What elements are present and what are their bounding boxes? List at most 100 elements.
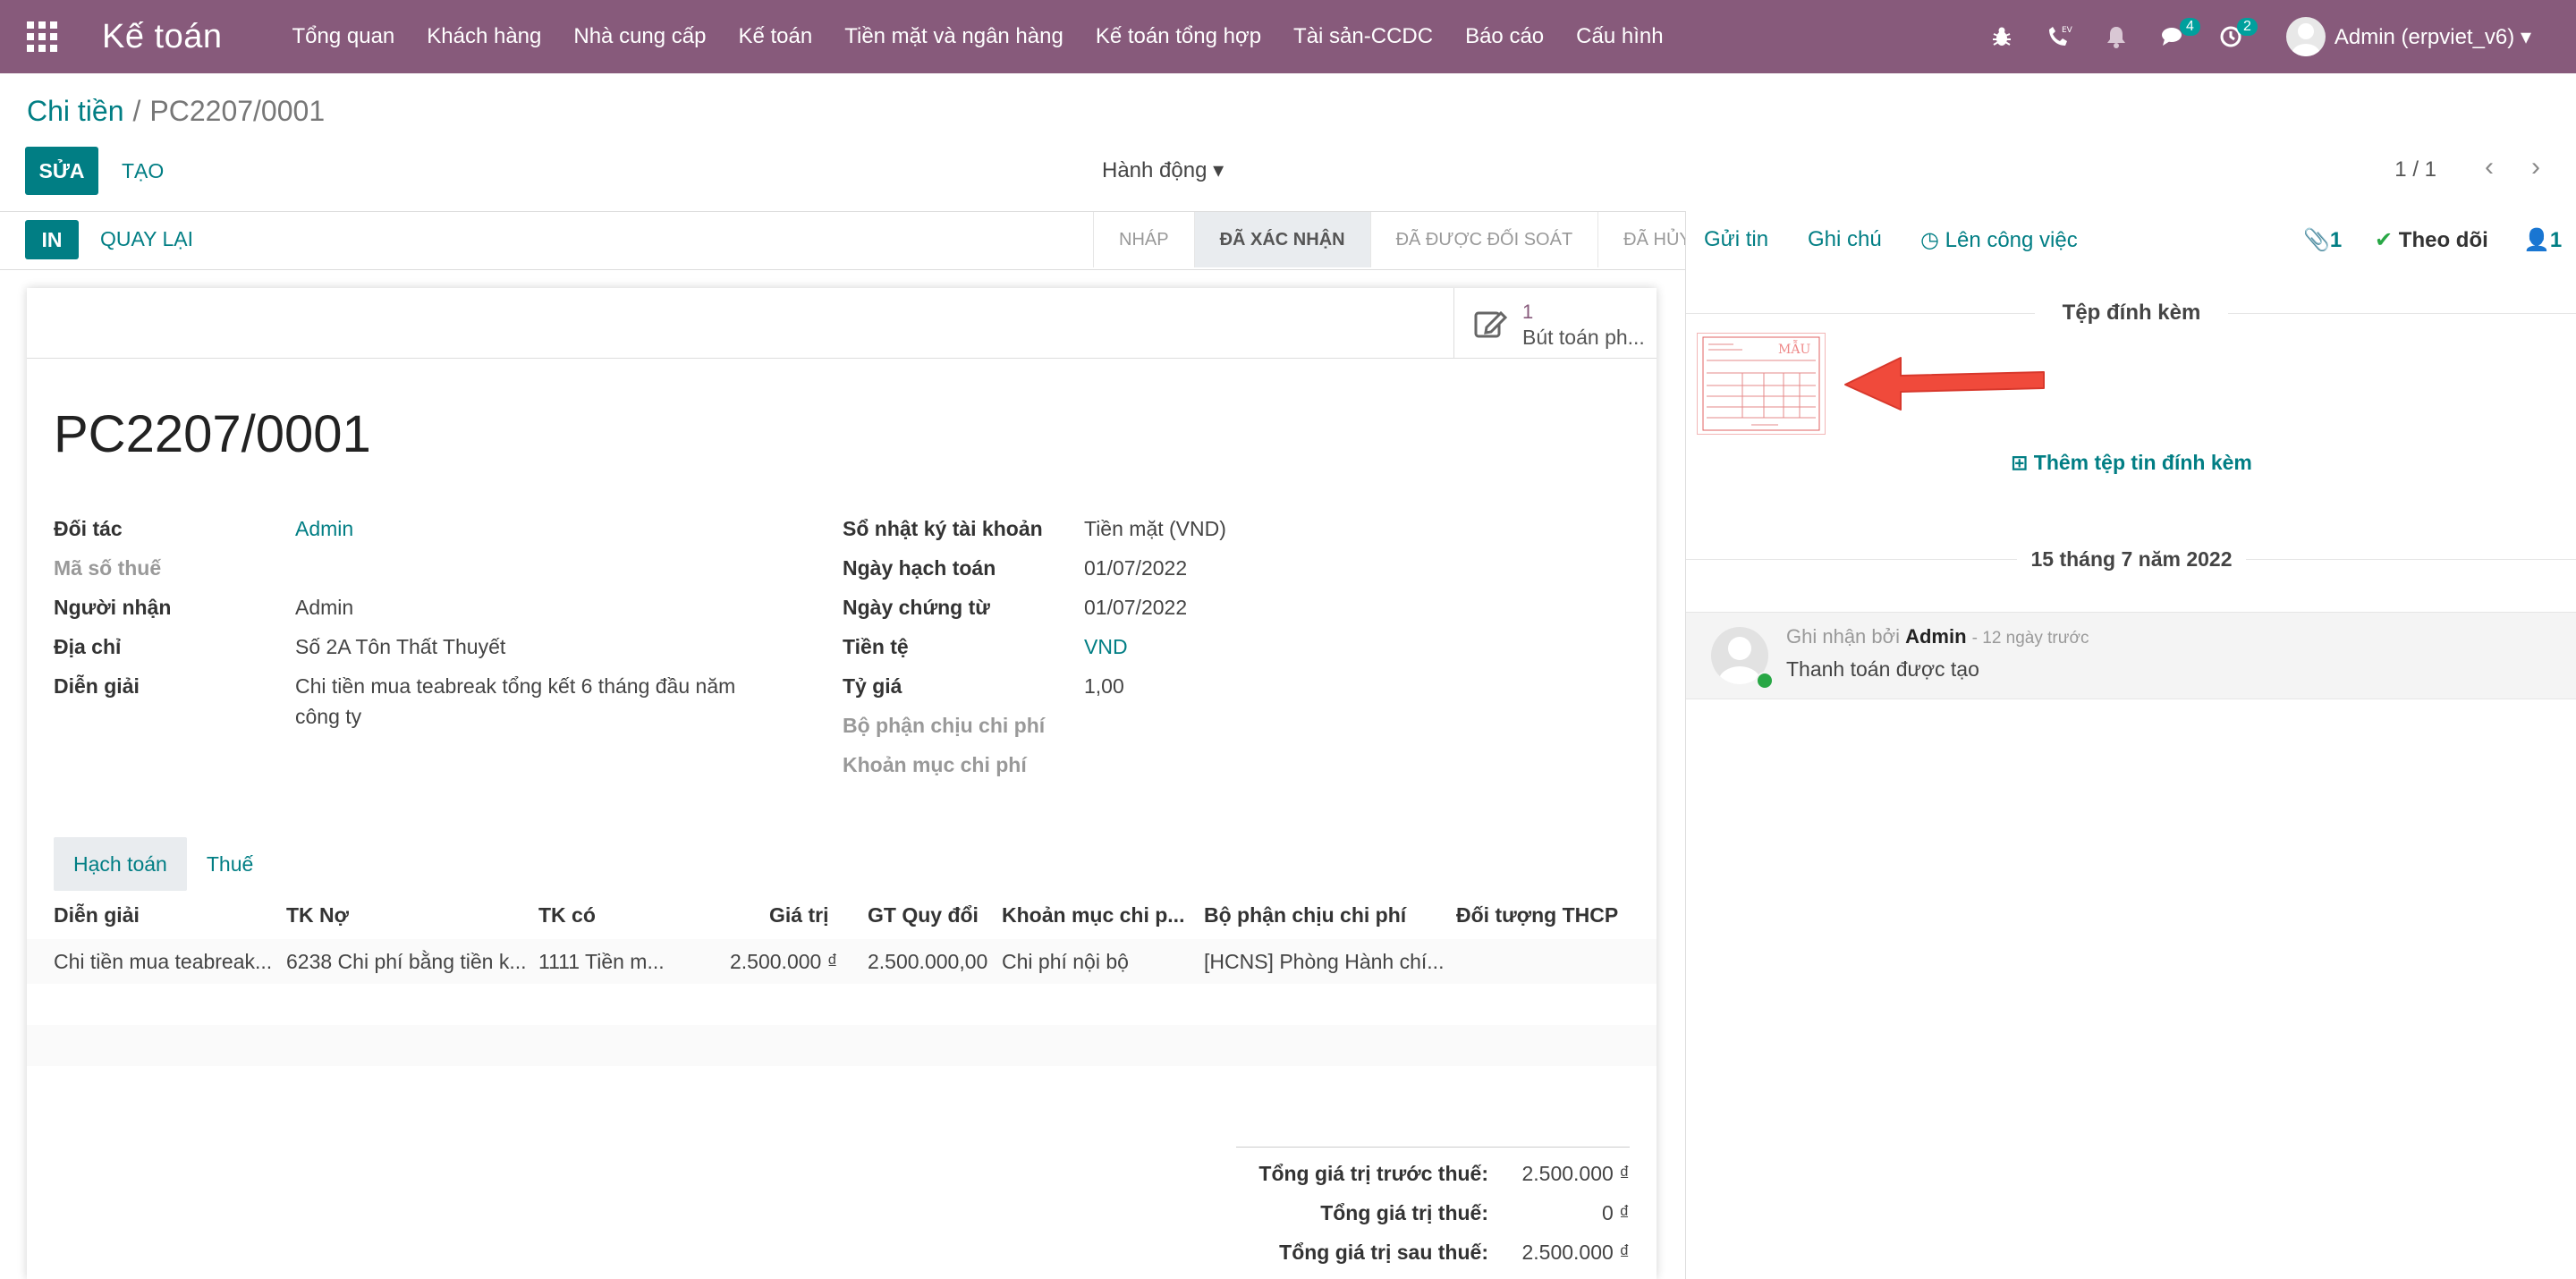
svg-text:EV: EV bbox=[2062, 26, 2072, 35]
label-untaxed-total: Tổng giá trị trước thuế: bbox=[1258, 1162, 1488, 1185]
label-partner: Đối tác bbox=[54, 517, 123, 540]
label-grand-total: Tổng giá trị sau thuế: bbox=[1279, 1241, 1488, 1264]
value-document-date: 01/07/2022 bbox=[1084, 596, 1188, 619]
chevron-left-icon[interactable]: ‹ bbox=[2485, 152, 2494, 182]
action-dropdown[interactable]: Hành động ▾ bbox=[1102, 157, 1224, 183]
form-sheet: 1 Bút toán ph... PC2207/0001 Đối tác Adm… bbox=[27, 288, 1657, 1279]
label-journal: Sổ nhật ký tài khoản bbox=[843, 517, 1043, 540]
followers-button[interactable]: 👤1 bbox=[2523, 227, 2562, 253]
attachments-title: Tệp đính kèm bbox=[1686, 301, 2576, 326]
empty-row bbox=[27, 1066, 1657, 1107]
message-body: Thanh toán được tạo bbox=[1786, 657, 1979, 681]
clock-icon: ◷ bbox=[1920, 228, 1939, 252]
create-button[interactable]: TẠO bbox=[122, 159, 164, 183]
empty-row bbox=[27, 984, 1657, 1025]
value-address: Số 2A Tôn Thất Thuyết bbox=[295, 635, 506, 658]
plus-square-icon: ⊞ bbox=[2011, 451, 2029, 474]
message-author[interactable]: Admin bbox=[1905, 625, 1966, 648]
bug-icon[interactable] bbox=[1982, 0, 2021, 73]
label-description: Diễn giải bbox=[54, 674, 140, 698]
column-expense-item[interactable]: Khoản mục chi p... bbox=[1002, 903, 1184, 927]
messages-badge: 4 bbox=[2179, 18, 2200, 36]
user-avatar[interactable] bbox=[2285, 17, 2326, 56]
main-menu: Tổng quan Khách hàng Nhà cung cấp Kế toá… bbox=[276, 24, 1680, 49]
menu-item-reports[interactable]: Báo cáo bbox=[1449, 24, 1560, 49]
send-message-button[interactable]: Gửi tin bbox=[1704, 227, 1768, 252]
label-tax-id: Mã số thuế bbox=[54, 556, 162, 580]
check-icon: ✔ bbox=[2375, 228, 2394, 252]
menu-item-overview[interactable]: Tổng quan bbox=[276, 24, 411, 49]
activities-badge: 2 bbox=[2236, 18, 2258, 36]
journal-entries-smart-button[interactable]: 1 Bút toán ph... bbox=[1453, 288, 1657, 358]
button-box: 1 Bút toán ph... bbox=[27, 288, 1657, 359]
activity-clock-icon[interactable]: 2 bbox=[2211, 0, 2258, 73]
schedule-activity-button[interactable]: ◷ Lên công việc bbox=[1920, 227, 2078, 253]
totals-block: Tổng giá trị trước thuế: 2.500.000 ₫ Tổn… bbox=[1236, 1147, 1630, 1264]
column-cost-center[interactable]: Bộ phận chịu chi phí bbox=[1204, 903, 1406, 927]
chatter-panel: Gửi tin Ghi chú ◷ Lên công việc 📎1 ✔ The… bbox=[1685, 211, 2576, 1279]
column-converted-amount[interactable]: GT Quy đổi bbox=[868, 903, 979, 927]
message-time: - 12 ngày trước bbox=[1971, 629, 2089, 648]
column-amount[interactable]: Giá trị bbox=[769, 903, 828, 927]
stage-confirmed[interactable]: ĐÃ XÁC NHẬN bbox=[1193, 212, 1370, 267]
app-brand[interactable]: Kế toán bbox=[102, 18, 223, 56]
pager-value[interactable]: 1 / 1 bbox=[2394, 157, 2436, 182]
value-recipient: Admin bbox=[295, 596, 354, 619]
edit-icon bbox=[1474, 310, 1508, 338]
menu-item-config[interactable]: Cấu hình bbox=[1560, 24, 1679, 49]
add-attachment-button[interactable]: ⊞ Thêm tệp tin đính kèm bbox=[1686, 451, 2576, 475]
column-cost-object[interactable]: Đối tượng THCP bbox=[1456, 903, 1618, 927]
document-title: PC2207/0001 bbox=[54, 405, 371, 463]
value-untaxed-total: 2.500.000 ₫ bbox=[1521, 1162, 1630, 1185]
menu-item-assets[interactable]: Tài sản-CCDC bbox=[1277, 24, 1449, 49]
attachment-thumbnail[interactable]: MẪU bbox=[1697, 333, 1826, 435]
top-navbar: Kế toán Tổng quan Khách hàng Nhà cung cấ… bbox=[0, 0, 2576, 73]
chatter-topbar: Gửi tin Ghi chú ◷ Lên công việc 📎1 ✔ The… bbox=[1686, 211, 2576, 268]
apps-menu-icon[interactable] bbox=[27, 21, 57, 52]
stage-draft[interactable]: NHÁP bbox=[1093, 212, 1194, 267]
value-tax-total: 0 ₫ bbox=[1602, 1201, 1630, 1224]
column-description[interactable]: Diễn giải bbox=[54, 903, 140, 927]
column-credit-account[interactable]: TK có bbox=[538, 903, 596, 927]
value-partner[interactable]: Admin bbox=[295, 517, 353, 541]
tab-tax[interactable]: Thuế bbox=[187, 837, 273, 891]
log-note-button[interactable]: Ghi chú bbox=[1808, 227, 1882, 252]
user-menu[interactable]: Admin (erpviet_v6) ▾ bbox=[2334, 24, 2531, 50]
column-debit-account[interactable]: TK Nợ bbox=[286, 903, 349, 927]
menu-item-vendors[interactable]: Nhà cung cấp bbox=[557, 24, 722, 49]
label-exchange-rate: Tỷ giá bbox=[843, 674, 902, 698]
online-status-icon bbox=[1756, 672, 1774, 690]
label-recipient: Người nhận bbox=[54, 596, 172, 619]
chevron-right-icon[interactable]: › bbox=[2531, 152, 2540, 182]
label-address: Địa chỉ bbox=[54, 635, 122, 658]
bell-icon[interactable] bbox=[2097, 0, 2136, 73]
notebook-tabs: Hạch toán Thuế bbox=[54, 837, 273, 891]
table-row[interactable]: Chi tiền mua teabreak... 6238 Chi phí bằ… bbox=[27, 939, 1657, 984]
follow-button[interactable]: ✔ Theo dõi bbox=[2375, 227, 2488, 253]
breadcrumb: Chi tiền / PC2207/0001 bbox=[27, 95, 326, 127]
value-exchange-rate: 1,00 bbox=[1084, 674, 1124, 698]
attachments-counter-button[interactable]: 📎1 bbox=[2303, 227, 2342, 253]
back-button[interactable]: QUAY LẠI bbox=[100, 227, 193, 251]
label-tax-total: Tổng giá trị thuế: bbox=[1320, 1201, 1488, 1224]
chat-icon[interactable]: 4 bbox=[2154, 0, 2200, 73]
phone-icon[interactable]: EV bbox=[2039, 0, 2079, 73]
menu-item-general-ledger[interactable]: Kế toán tổng hợp bbox=[1080, 24, 1277, 49]
table-header: Diễn giải TK Nợ TK có Giá trị GT Quy đổi… bbox=[27, 893, 1657, 940]
value-description-line2: công ty bbox=[295, 705, 362, 728]
edit-button[interactable]: SỬA bbox=[25, 147, 98, 195]
empty-row bbox=[27, 1025, 1657, 1066]
menu-item-cash-bank[interactable]: Tiền mặt và ngân hàng bbox=[828, 24, 1080, 49]
menu-item-accounting[interactable]: Kế toán bbox=[722, 24, 828, 49]
print-button[interactable]: IN bbox=[25, 220, 79, 259]
breadcrumb-parent[interactable]: Chi tiền bbox=[27, 95, 124, 127]
value-grand-total: 2.500.000 ₫ bbox=[1521, 1241, 1630, 1264]
menu-item-customers[interactable]: Khách hàng bbox=[411, 24, 557, 49]
stage-reconciled[interactable]: ĐÃ ĐƯỢC ĐỐI SOÁT bbox=[1369, 212, 1598, 267]
annotation-arrow bbox=[1844, 357, 2045, 411]
value-currency[interactable]: VND bbox=[1084, 635, 1128, 659]
tab-accounting-lines[interactable]: Hạch toán bbox=[54, 837, 187, 891]
message-meta: Ghi nhận bởi Admin - 12 ngày trước bbox=[1786, 625, 2089, 648]
stage-pipeline: NHÁP ĐÃ XÁC NHẬN ĐÃ ĐƯỢC ĐỐI SOÁT ĐÃ HỦY bbox=[1093, 212, 1716, 267]
breadcrumb-current: PC2207/0001 bbox=[149, 95, 326, 127]
